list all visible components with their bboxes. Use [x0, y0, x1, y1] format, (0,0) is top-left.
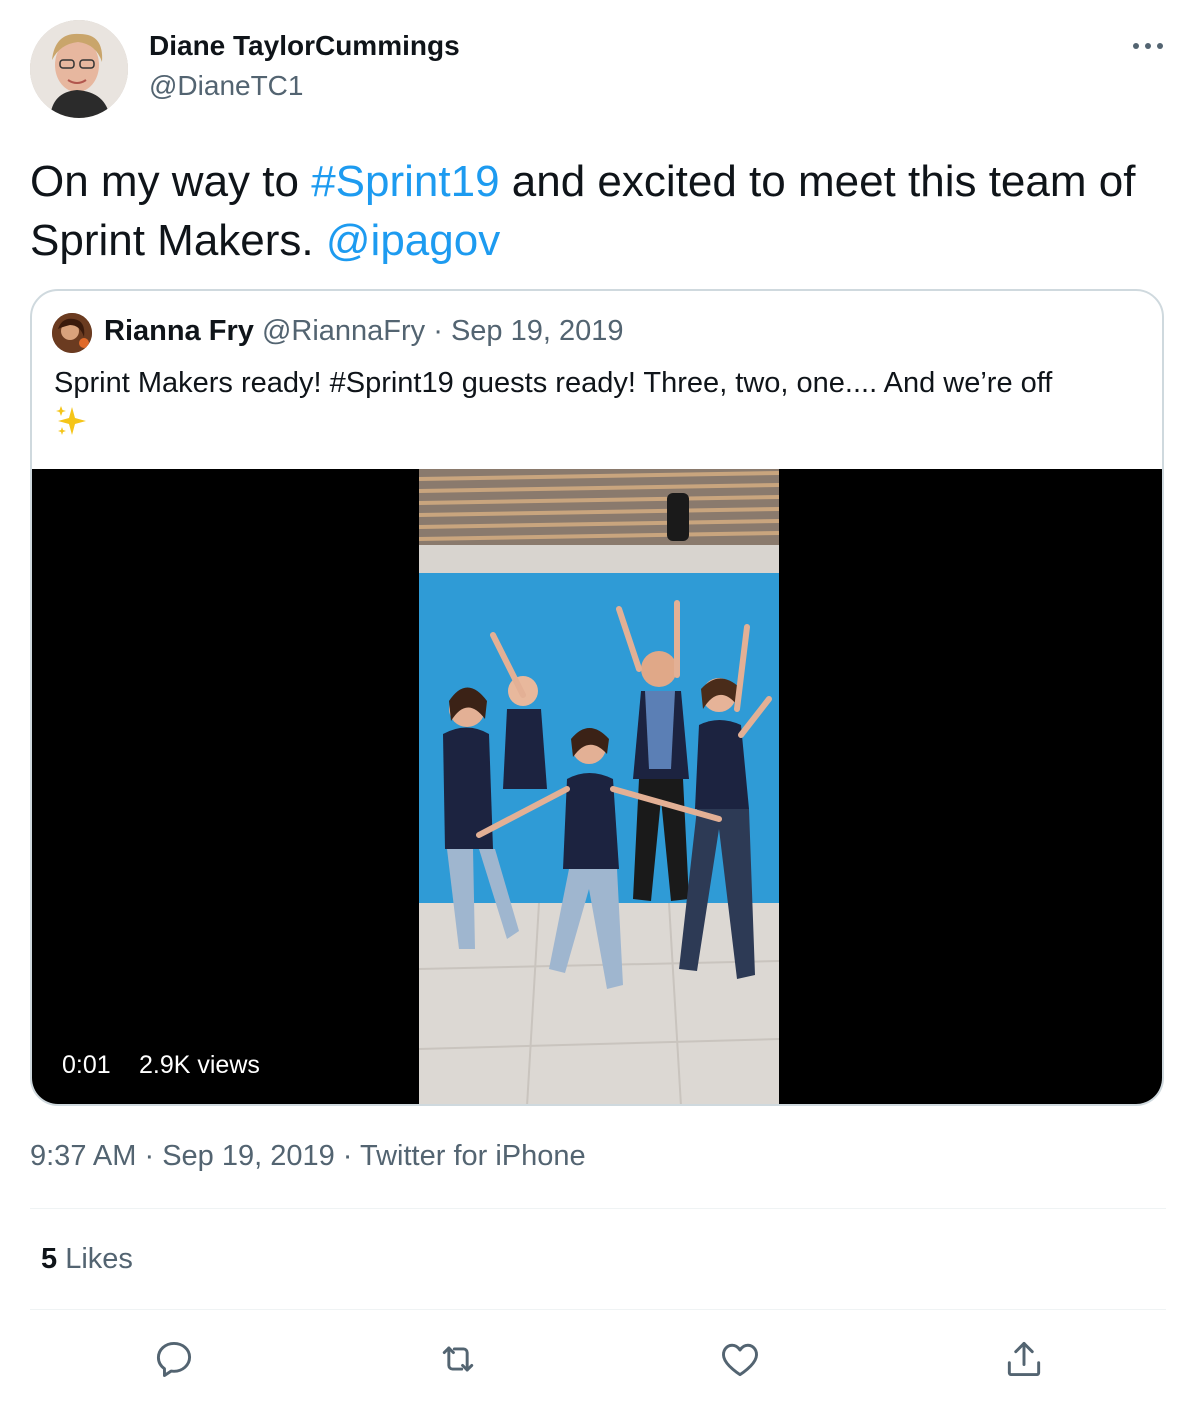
video-views: 2.9K views [139, 1051, 260, 1079]
quoted-text: Sprint Makers ready! #Sprint19 guests re… [54, 367, 1053, 399]
divider [30, 1309, 1166, 1310]
heart-icon[interactable] [718, 1337, 762, 1381]
reply-icon[interactable] [152, 1337, 196, 1381]
quoted-tweet-card[interactable]: Rianna Fry @RiannaFry · Sep 19, 2019 Spr… [30, 289, 1164, 1106]
quoted-header: Rianna Fry @RiannaFry · Sep 19, 2019 [104, 315, 623, 348]
quoted-author-name: Rianna Fry [104, 315, 254, 347]
video-player[interactable]: 0:01 2.9K views [32, 469, 1162, 1104]
quoted-separator: · [425, 315, 451, 347]
sparkles-emoji-icon [54, 403, 90, 439]
hashtag-link[interactable]: #Sprint19 [311, 157, 499, 206]
tweet-text-part1: On my way to [30, 157, 312, 206]
tweet-time[interactable]: 9:37 AM [30, 1140, 136, 1172]
tweet-source[interactable]: Twitter for iPhone [360, 1140, 586, 1172]
mention-link[interactable]: @ipagov [326, 216, 500, 265]
author-name[interactable]: Diane TaylorCummings [149, 30, 460, 62]
more-options-icon[interactable] [1130, 28, 1166, 64]
quoted-text-block: Sprint Makers ready! #Sprint19 guests re… [54, 365, 1144, 439]
likes-count: 5 [41, 1243, 58, 1275]
tweet-text: On my way to #Sprint19 and excited to me… [30, 152, 1170, 270]
quoted-date: Sep 19, 2019 [450, 315, 624, 347]
tweet-meta: 9:37 AM · Sep 19, 2019 · Twitter for iPh… [30, 1140, 586, 1173]
author-avatar-image [30, 20, 128, 118]
likes-label: Likes [57, 1243, 133, 1275]
tweet-date[interactable]: Sep 19, 2019 [162, 1140, 335, 1172]
meta-separator-2: · [334, 1140, 360, 1172]
share-icon[interactable] [1002, 1337, 1046, 1381]
meta-separator: · [136, 1140, 163, 1172]
author-avatar[interactable] [30, 20, 128, 118]
video-timestamp: 0:01 [62, 1051, 111, 1079]
divider [30, 1208, 1166, 1209]
retweet-icon[interactable] [436, 1337, 480, 1381]
author-handle[interactable]: @DianeTC1 [149, 70, 303, 102]
likes-count-link[interactable]: 5 Likes [41, 1243, 133, 1276]
video-frame [419, 469, 779, 1104]
quoted-author-avatar [52, 313, 92, 353]
quoted-author-handle: @RiannaFry [261, 315, 426, 347]
